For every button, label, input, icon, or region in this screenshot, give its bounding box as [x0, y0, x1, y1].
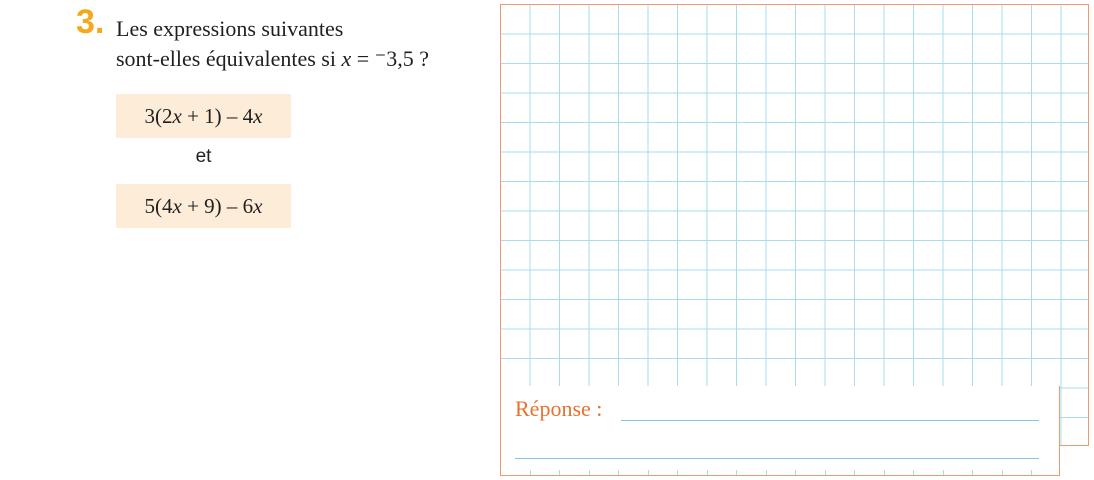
grid-tick: [795, 470, 796, 475]
grid-tick: [1002, 470, 1003, 475]
grid-tick: [736, 470, 737, 475]
grid-tick: [648, 470, 649, 475]
expression-first: 3(2x + 1) – 4x: [116, 94, 291, 138]
question-text: Les expressions suivantes sont-elles équ…: [116, 14, 496, 74]
grid-tick: [854, 470, 855, 475]
question-mark: ?: [413, 46, 430, 71]
grid-work-area[interactable]: [500, 4, 1089, 446]
expression-second-lead: 5(4: [144, 194, 173, 218]
answer-area: Réponse :: [500, 386, 1060, 476]
question-value: ⁻3,5: [374, 46, 414, 71]
answer-label: Réponse :: [515, 396, 603, 421]
question-line-2: sont-elles équivalentes si x = ⁻3,5 ?: [116, 44, 496, 74]
expression-second: 5(4x + 9) – 6x: [116, 184, 291, 228]
grid-tick: [766, 470, 767, 475]
connector-et: et: [195, 146, 212, 167]
expression-first-var1: x: [172, 104, 182, 128]
expression-first-mid: + 1) – 4: [181, 104, 254, 128]
grid-tick: [707, 470, 708, 475]
grid-tick: [618, 470, 619, 475]
question-equals: =: [351, 46, 375, 71]
grid-tick: [1031, 470, 1032, 475]
answer-line-1[interactable]: [621, 420, 1039, 421]
grid-tick: [825, 470, 826, 475]
grid-tick: [530, 470, 531, 475]
question-variable: x: [341, 46, 352, 71]
question-line-2-prefix: sont-elles équivalentes si: [116, 46, 342, 71]
expression-first-lead: 3(2: [144, 104, 173, 128]
exercise-number: 3.: [76, 3, 105, 41]
grid-tick: [972, 470, 973, 475]
expression-first-var2: x: [253, 104, 263, 128]
grid-tick: [943, 470, 944, 475]
expression-second-mid: + 9) – 6: [181, 194, 254, 218]
grid-tick: [589, 470, 590, 475]
grid-tick: [913, 470, 914, 475]
grid-tick: [677, 470, 678, 475]
grid-tick: [884, 470, 885, 475]
grid-tick: [559, 470, 560, 475]
expression-second-var1: x: [172, 194, 182, 218]
answer-line-2[interactable]: [515, 458, 1039, 459]
expression-second-var2: x: [253, 194, 263, 218]
question-line-1: Les expressions suivantes: [116, 16, 344, 41]
